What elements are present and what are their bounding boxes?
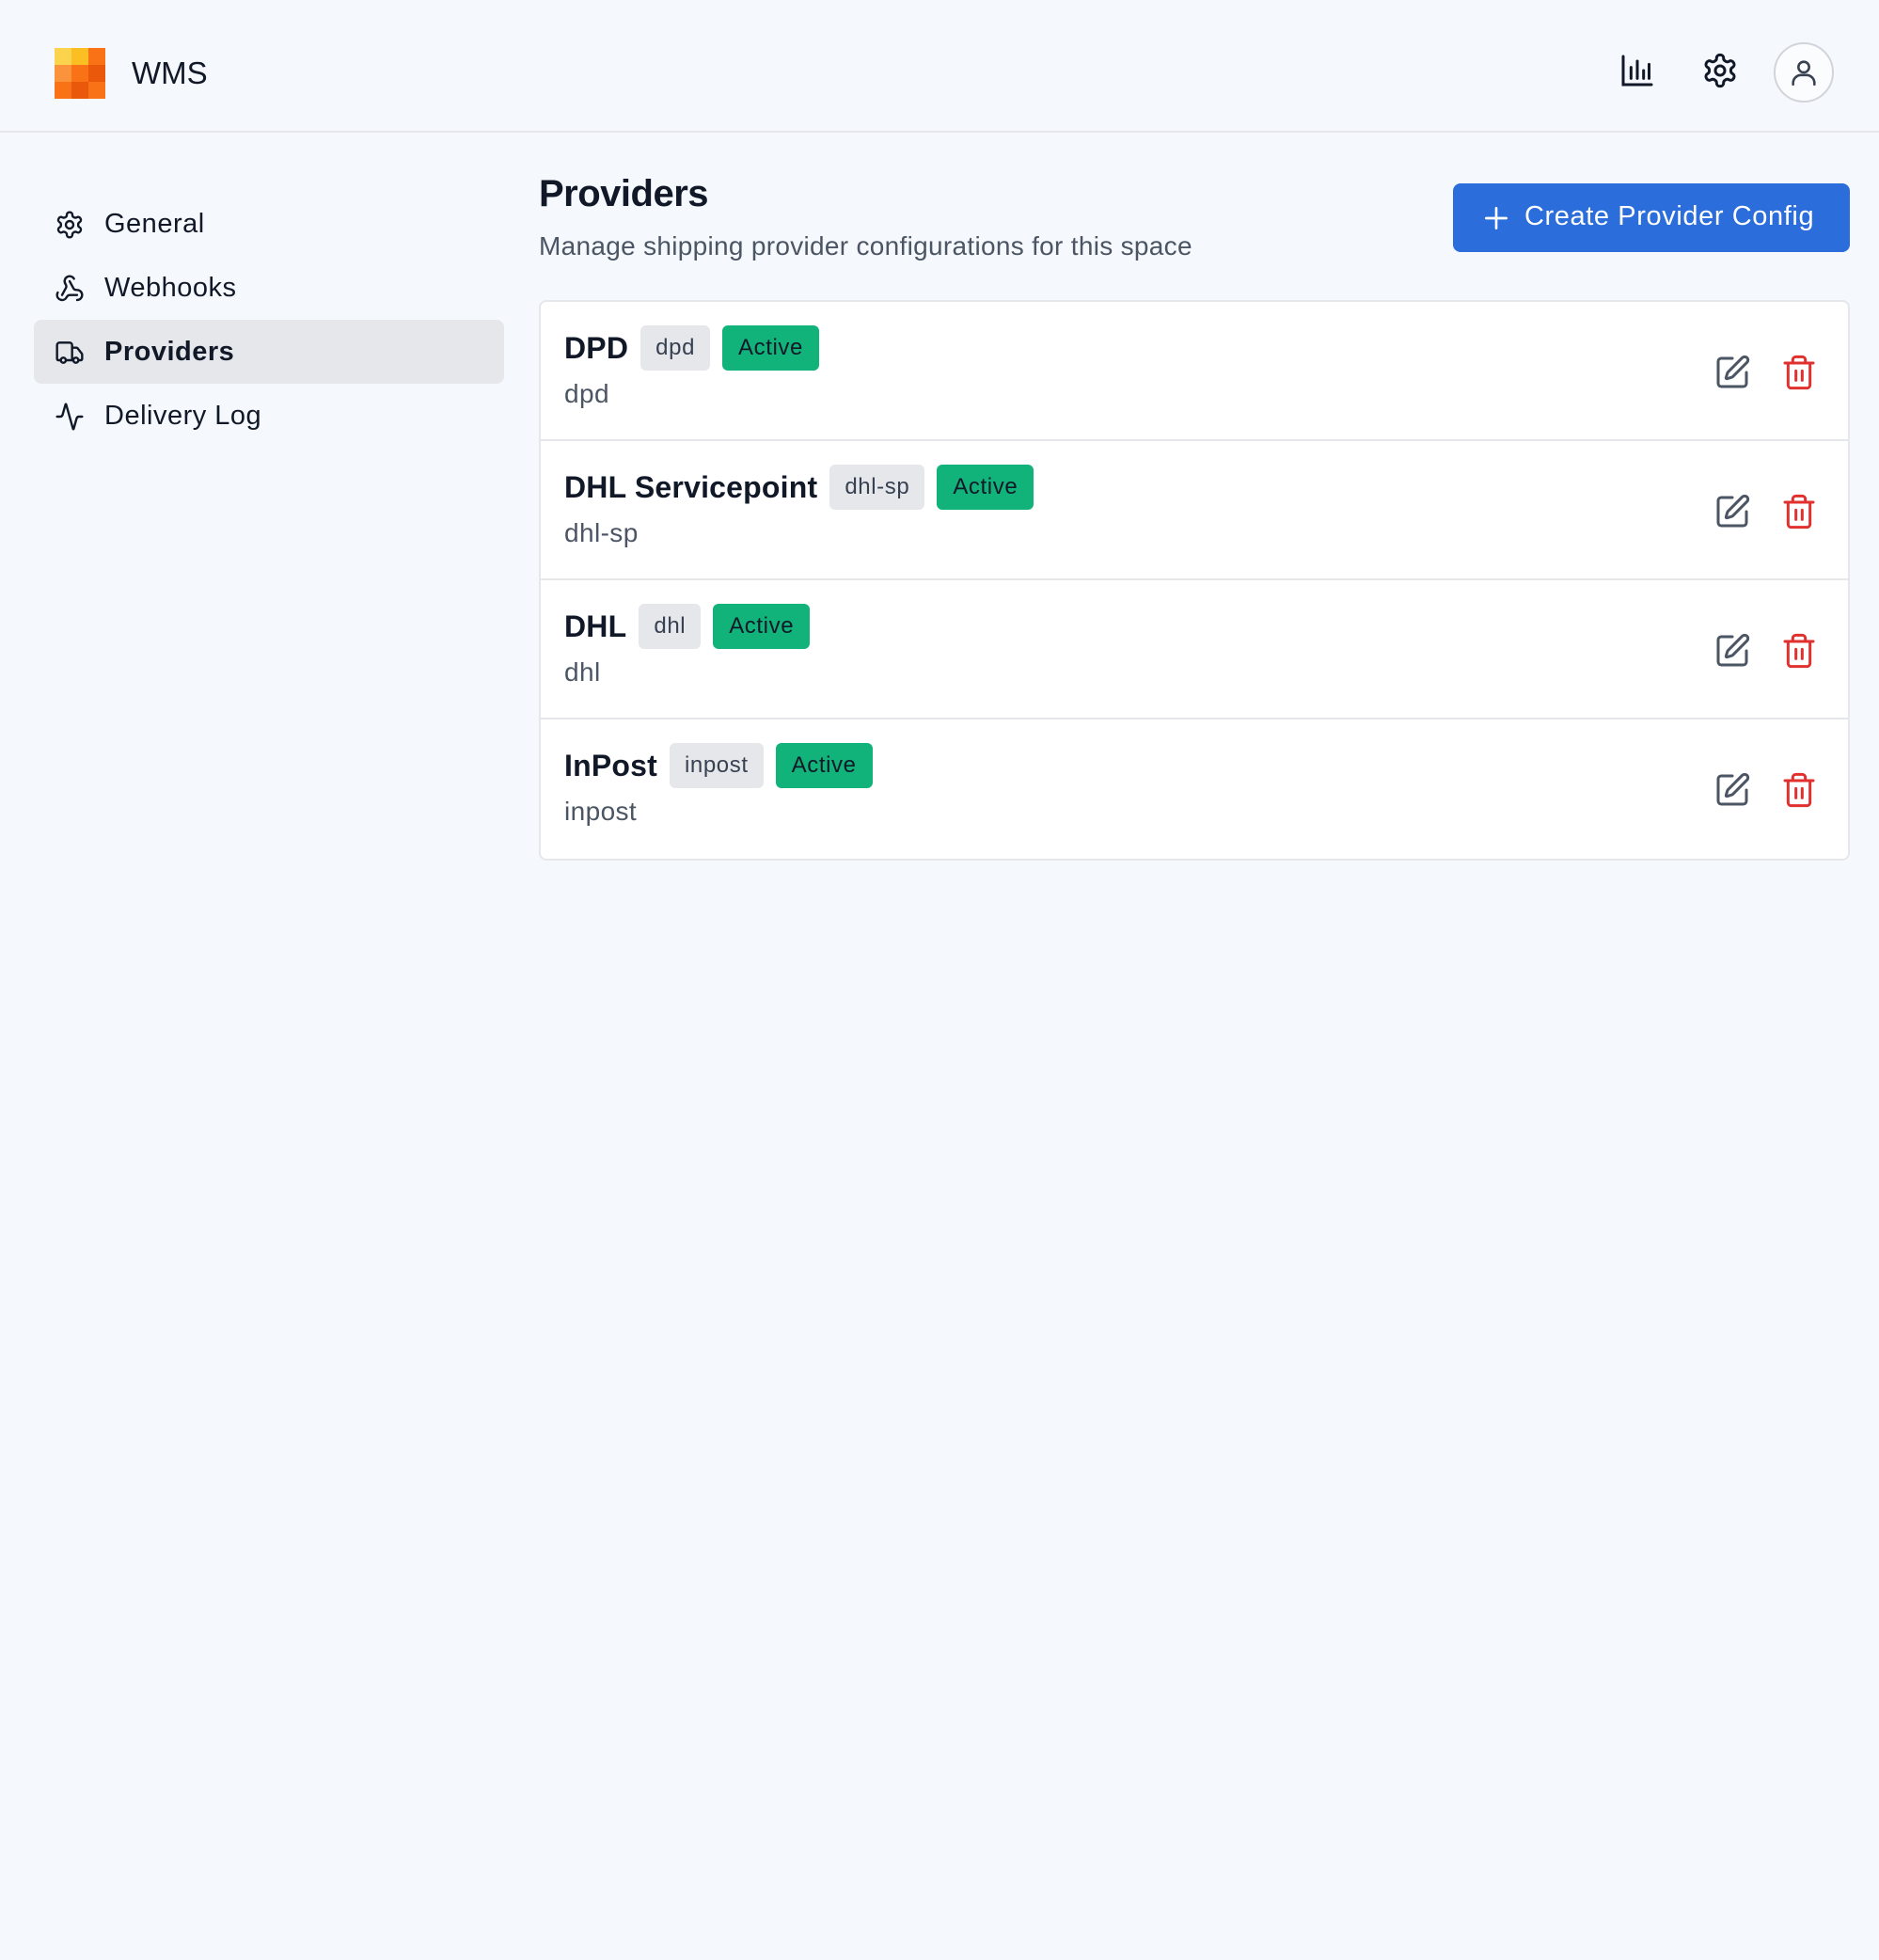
edit-icon	[1716, 494, 1750, 528]
sidebar-item-label: Webhooks	[104, 272, 237, 303]
list-item: DHL dhl Active dhl	[541, 580, 1848, 719]
provider-subtitle: dhl	[564, 657, 601, 687]
bar-chart-icon	[1621, 55, 1653, 87]
provider-subtitle: inpost	[564, 797, 638, 826]
create-provider-config-button[interactable]: Create Provider Config	[1453, 183, 1850, 252]
delete-button[interactable]	[1780, 632, 1818, 670]
sidebar-item-providers[interactable]: Providers	[34, 320, 504, 384]
provider-name: DHL Servicepoint	[564, 469, 818, 504]
list-item: DHL Servicepoint dhl-sp Active dhl-sp	[541, 441, 1848, 580]
provider-name: DHL	[564, 609, 627, 643]
status-badge: Active	[713, 604, 811, 649]
page-title: Providers	[539, 173, 709, 214]
create-button-label: Create Provider Config	[1524, 201, 1815, 231]
provider-code-badge: dhl	[639, 604, 702, 649]
activity-icon	[55, 402, 85, 432]
plus-icon	[1481, 203, 1511, 233]
status-badge: Active	[937, 465, 1034, 510]
user-icon	[1792, 60, 1816, 87]
webhook-icon	[55, 274, 85, 304]
delete-button[interactable]	[1780, 771, 1818, 809]
edit-button[interactable]	[1713, 493, 1751, 530]
delete-button[interactable]	[1780, 354, 1818, 391]
status-badge: Active	[722, 325, 819, 371]
list-item: DPD dpd Active dpd	[541, 302, 1848, 441]
edit-icon	[1716, 772, 1750, 806]
trash-icon	[1783, 633, 1815, 669]
provider-name: DPD	[564, 330, 629, 365]
top-bar: WMS	[0, 0, 1879, 133]
provider-code-badge: dhl-sp	[829, 465, 925, 510]
edit-button[interactable]	[1713, 771, 1751, 809]
sidebar-item-general[interactable]: General	[34, 192, 504, 256]
provider-name: InPost	[564, 748, 657, 782]
trash-icon	[1783, 494, 1815, 530]
analytics-button[interactable]	[1615, 48, 1660, 93]
sidebar-item-label: General	[104, 208, 205, 239]
edit-icon	[1716, 355, 1750, 388]
edit-button[interactable]	[1713, 632, 1751, 670]
truck-icon	[55, 338, 85, 368]
app-logo[interactable]	[55, 48, 105, 99]
provider-code-badge: dpd	[640, 325, 711, 371]
delete-button[interactable]	[1780, 493, 1818, 530]
settings-button[interactable]	[1697, 48, 1743, 93]
gear-icon	[1704, 53, 1736, 88]
user-menu-button[interactable]	[1774, 42, 1834, 103]
provider-subtitle: dhl-sp	[564, 518, 639, 547]
sidebar-item-webhooks[interactable]: Webhooks	[34, 256, 504, 320]
trash-icon	[1783, 772, 1815, 808]
settings-sidebar: General Webhooks Providers Delivery Log	[34, 192, 504, 448]
list-item: InPost inpost Active inpost	[541, 719, 1848, 859]
gear-icon	[55, 210, 85, 240]
trash-icon	[1783, 355, 1815, 390]
edit-button[interactable]	[1713, 354, 1751, 391]
sidebar-item-label: Delivery Log	[104, 400, 262, 431]
provider-subtitle: dpd	[564, 379, 609, 408]
edit-icon	[1716, 633, 1750, 667]
app-title: WMS	[132, 55, 208, 90]
provider-list: DPD dpd Active dpd DHL Servicepoint dhl-…	[539, 300, 1850, 861]
page-subtitle: Manage shipping provider configurations …	[539, 231, 1192, 261]
sidebar-item-delivery-log[interactable]: Delivery Log	[34, 384, 504, 448]
provider-code-badge: inpost	[669, 743, 764, 788]
sidebar-item-label: Providers	[104, 336, 235, 367]
status-badge: Active	[775, 743, 873, 788]
